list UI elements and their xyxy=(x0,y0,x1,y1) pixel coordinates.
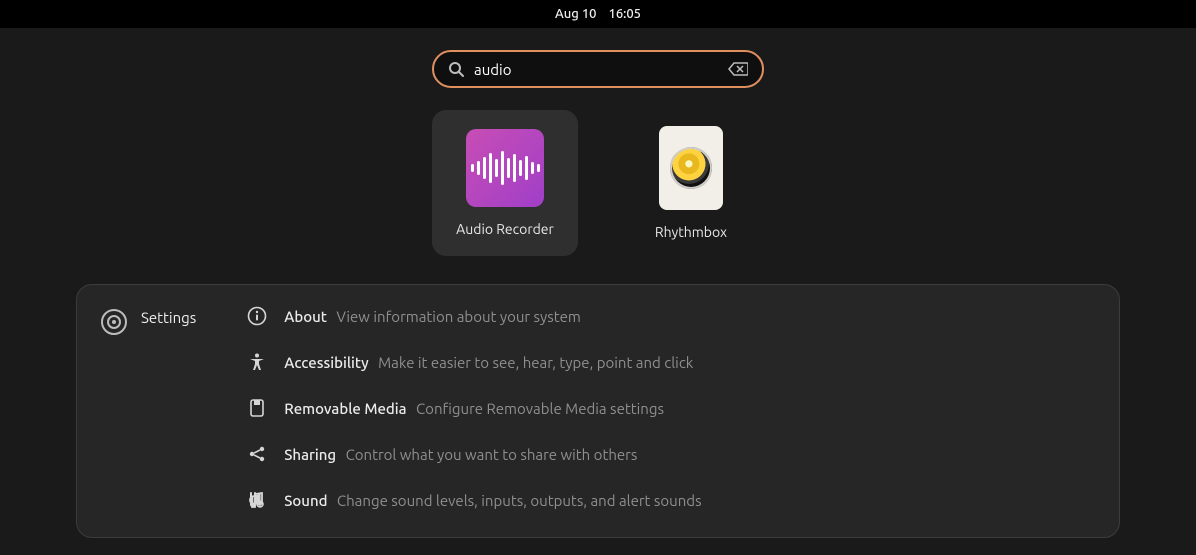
settings-item-desc: Control what you want to share with othe… xyxy=(346,446,638,463)
settings-results-list: About View information about your system… xyxy=(246,305,1095,511)
search-entry[interactable] xyxy=(432,50,764,88)
activities-overview: Audio Recorder Rhythmbox Settings About xyxy=(0,28,1196,538)
settings-item-desc: Make it easier to see, hear, type, point… xyxy=(378,354,693,371)
settings-search-results: Settings About View information about yo… xyxy=(76,284,1120,538)
settings-provider-label: Settings xyxy=(141,309,196,326)
top-bar[interactable]: Aug 10 16:05 xyxy=(0,0,1196,28)
clear-search-icon[interactable] xyxy=(728,62,748,76)
settings-item-name: Sound xyxy=(284,492,327,509)
settings-item-name: Sharing xyxy=(284,446,336,463)
settings-gear-icon xyxy=(101,309,127,335)
app-audio-recorder[interactable]: Audio Recorder xyxy=(432,110,578,256)
info-icon xyxy=(246,305,268,327)
settings-item-about[interactable]: About View information about your system xyxy=(246,305,1095,327)
settings-item-desc: Configure Removable Media settings xyxy=(416,400,664,417)
date-label: Aug 10 xyxy=(555,7,597,21)
search-icon xyxy=(448,61,464,77)
settings-item-name: Accessibility xyxy=(284,354,368,371)
settings-item-sound[interactable]: Sound Change sound levels, inputs, outpu… xyxy=(246,489,1095,511)
app-results: Audio Recorder Rhythmbox xyxy=(432,110,764,256)
settings-item-name: Removable Media xyxy=(284,400,406,417)
app-label: Rhythmbox xyxy=(655,224,727,240)
settings-item-name: About xyxy=(284,308,327,325)
app-rhythmbox[interactable]: Rhythmbox xyxy=(618,110,764,256)
settings-item-accessibility[interactable]: Accessibility Make it easier to see, hea… xyxy=(246,351,1095,373)
settings-provider-header[interactable]: Settings xyxy=(101,305,196,511)
rhythmbox-icon xyxy=(659,126,723,210)
removable-media-icon xyxy=(246,397,268,419)
settings-item-removable-media[interactable]: Removable Media Configure Removable Medi… xyxy=(246,397,1095,419)
time-label: 16:05 xyxy=(608,7,641,21)
search-input[interactable] xyxy=(474,61,718,78)
accessibility-icon xyxy=(246,351,268,373)
settings-item-sharing[interactable]: Sharing Control what you want to share w… xyxy=(246,443,1095,465)
settings-item-desc: View information about your system xyxy=(336,308,581,325)
app-label: Audio Recorder xyxy=(456,221,554,237)
settings-item-desc: Change sound levels, inputs, outputs, an… xyxy=(337,492,702,509)
audio-recorder-icon xyxy=(466,129,544,207)
sound-icon xyxy=(246,489,268,511)
sharing-icon xyxy=(246,443,268,465)
